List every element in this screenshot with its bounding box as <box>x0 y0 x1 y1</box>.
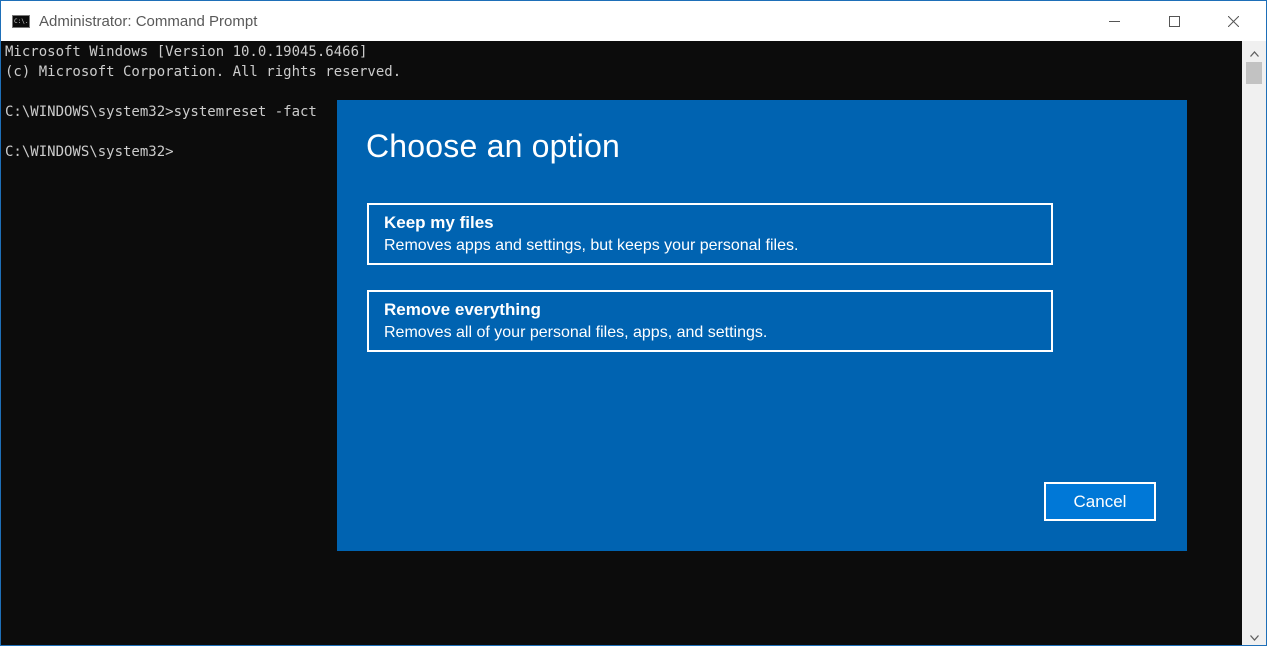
option-description: Removes apps and settings, but keeps you… <box>384 237 799 254</box>
minimize-button[interactable] <box>1085 1 1143 41</box>
dialog-heading: Choose an option <box>366 128 621 164</box>
reset-options-dialog: Choose an option Keep my files Removes a… <box>337 100 1187 551</box>
scroll-thumb[interactable] <box>1246 62 1262 84</box>
remove-everything-option[interactable]: Remove everything Removes all of your pe… <box>367 290 1053 352</box>
scroll-down-button[interactable] <box>1242 625 1266 645</box>
console-prompt-line: C:\WINDOWS\system32> <box>5 144 174 160</box>
command-prompt-icon: C:\. <box>12 15 30 28</box>
chevron-up-icon <box>1249 42 1259 61</box>
option-description: Removes all of your personal files, apps… <box>384 324 768 341</box>
option-title: Remove everything <box>384 300 541 319</box>
console-line: (c) Microsoft Corporation. All rights re… <box>5 64 402 80</box>
chevron-down-icon <box>1249 626 1259 645</box>
console-line: C:\WINDOWS\system32>systemreset -fact <box>5 104 317 120</box>
window-title: Administrator: Command Prompt <box>39 13 258 30</box>
close-icon <box>1227 15 1239 27</box>
maximize-button[interactable] <box>1145 1 1203 41</box>
close-button[interactable] <box>1204 1 1262 41</box>
cancel-button[interactable]: Cancel <box>1044 482 1156 521</box>
keep-my-files-option[interactable]: Keep my files Removes apps and settings,… <box>367 203 1053 265</box>
scroll-up-button[interactable] <box>1242 41 1266 61</box>
option-title: Keep my files <box>384 213 494 232</box>
title-bar[interactable]: C:\. Administrator: Command Prompt <box>1 1 1266 41</box>
console-line: Microsoft Windows [Version 10.0.19045.64… <box>5 44 368 60</box>
maximize-icon <box>1168 15 1180 27</box>
vertical-scrollbar[interactable] <box>1242 41 1266 645</box>
minimize-icon <box>1108 16 1120 27</box>
